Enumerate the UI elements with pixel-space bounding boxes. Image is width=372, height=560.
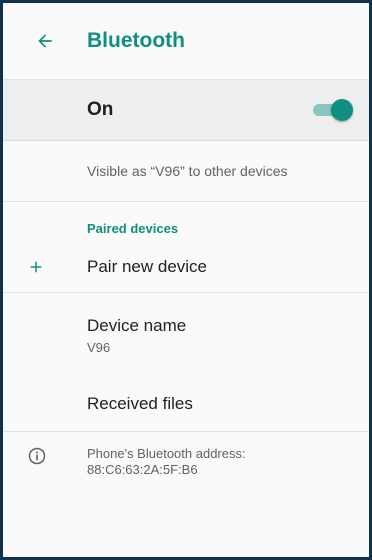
- device-name-item[interactable]: Device name V96: [3, 293, 369, 377]
- info-icon: [28, 447, 46, 465]
- plus-icon: [30, 261, 42, 273]
- pair-new-device-item[interactable]: Pair new device: [3, 242, 369, 293]
- visibility-info: Visible as “V96” to other devices: [3, 141, 369, 202]
- bluetooth-toggle[interactable]: [311, 99, 353, 121]
- paired-devices-header: Paired devices: [3, 202, 369, 242]
- received-files-item[interactable]: Received files: [3, 377, 369, 432]
- paired-devices-label: Paired devices: [87, 221, 179, 236]
- master-switch-label: On: [87, 99, 114, 120]
- bluetooth-master-switch-row[interactable]: On: [3, 80, 369, 141]
- visibility-text: Visible as “V96” to other devices: [87, 163, 288, 179]
- page-title: Bluetooth: [87, 29, 185, 52]
- pair-new-device-label: Pair new device: [87, 257, 208, 276]
- arrow-back-icon: [38, 34, 52, 48]
- bluetooth-address-value: 88:C6:63:2A:5F:B6: [87, 462, 198, 477]
- device-name-title: Device name: [87, 315, 187, 335]
- device-name-value: V96: [87, 339, 111, 355]
- received-files-label: Received files: [87, 394, 193, 413]
- toggle-thumb: [331, 99, 353, 121]
- bluetooth-address-info: Phone's Bluetooth address: 88:C6:63:2A:5…: [3, 432, 369, 508]
- back-button[interactable]: [25, 21, 65, 61]
- settings-screen: Bluetooth On Visible as “V96” to other d…: [0, 0, 372, 560]
- bluetooth-address-text: Phone's Bluetooth address: 88:C6:63:2A:5…: [87, 446, 246, 478]
- bluetooth-address-label: Phone's Bluetooth address:: [87, 446, 246, 461]
- app-bar: Bluetooth: [3, 3, 369, 80]
